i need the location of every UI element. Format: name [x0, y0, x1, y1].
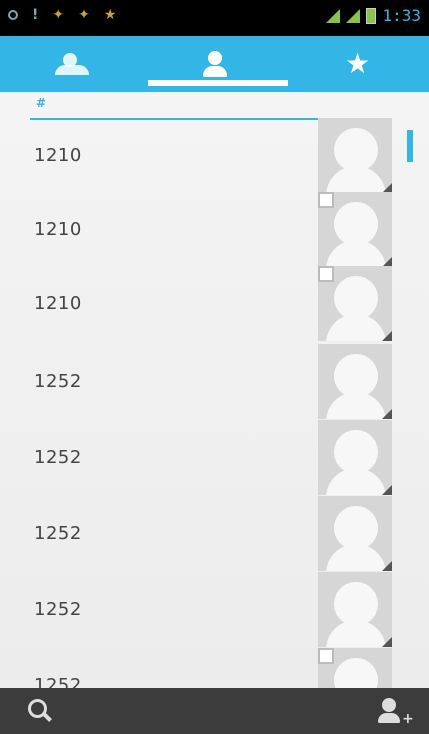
- contact-photo[interactable]: [318, 192, 392, 267]
- alert-icon: !: [32, 7, 39, 23]
- plus-icon: +: [402, 711, 414, 727]
- contact-name: 1252: [34, 371, 82, 392]
- fast-scroll-thumb[interactable]: [407, 130, 413, 162]
- status-bar: ! ✦ ✦ ★ 1:33: [0, 0, 429, 36]
- quick-contact-corner-icon: [382, 485, 392, 495]
- contact-photo[interactable]: [318, 266, 392, 341]
- default-avatar-body: [326, 240, 386, 267]
- default-avatar-body: [326, 468, 386, 495]
- contact-name: 1252: [34, 447, 82, 468]
- bottom-action-bar: +: [0, 688, 429, 734]
- list-item[interactable]: 1252: [0, 420, 392, 495]
- contact-name: 1252: [34, 675, 82, 688]
- list-item[interactable]: 1210: [0, 266, 392, 341]
- default-avatar-head: [334, 658, 378, 688]
- quick-contact-corner-icon: [382, 561, 392, 571]
- section-header: #: [30, 94, 390, 120]
- wifi-icon: [326, 8, 341, 23]
- contact-photo[interactable]: [318, 344, 392, 419]
- notification-star-icon: ✦: [52, 7, 65, 23]
- contact-name: 1210: [34, 293, 82, 314]
- star-icon: ★: [344, 47, 371, 80]
- person-icon: [202, 51, 227, 77]
- quick-contact-corner-icon: [382, 331, 392, 341]
- contact-list[interactable]: # 1210 1210 1210 1252 1252 1252 1252 125…: [0, 92, 429, 688]
- notification-icons: ! ✦ ✦ ★: [8, 8, 116, 22]
- default-avatar-body: [326, 314, 386, 341]
- groups-icon: [54, 53, 89, 75]
- section-letter: #: [36, 96, 47, 110]
- contact-photo[interactable]: [318, 118, 392, 193]
- contact-photo[interactable]: [318, 420, 392, 495]
- clock: 1:33: [382, 6, 421, 25]
- quick-contact-corner-icon: [382, 409, 392, 419]
- contact-name: 1210: [34, 145, 82, 166]
- list-item[interactable]: 1210: [0, 118, 392, 193]
- search-icon[interactable]: [28, 699, 50, 721]
- list-item[interactable]: 1252: [0, 344, 392, 419]
- list-item[interactable]: 1252: [0, 496, 392, 571]
- selected-tab-indicator: [148, 80, 288, 86]
- default-avatar-body: [326, 166, 386, 193]
- list-item[interactable]: 1252: [0, 572, 392, 647]
- contact-photo[interactable]: [318, 496, 392, 571]
- sim-badge-icon: [318, 648, 334, 664]
- battery-icon: [366, 7, 377, 24]
- signal-icon: [346, 8, 361, 23]
- quick-contact-corner-icon: [382, 637, 392, 647]
- tab-groups[interactable]: [0, 36, 143, 92]
- contact-photo[interactable]: [318, 572, 392, 647]
- notification-star-icon: ✦: [78, 7, 90, 23]
- system-icons: 1:33: [326, 6, 421, 25]
- default-avatar-body: [326, 392, 386, 419]
- contact-name: 1210: [34, 219, 82, 240]
- default-avatar-body: [326, 544, 386, 571]
- contact-name: 1252: [34, 523, 82, 544]
- list-item[interactable]: 1252: [0, 648, 392, 688]
- sim-badge-icon: [318, 192, 334, 208]
- notification-star-icon: ★: [103, 7, 117, 23]
- contact-name: 1252: [34, 599, 82, 620]
- list-item[interactable]: 1210: [0, 192, 392, 267]
- contact-photo[interactable]: [318, 648, 392, 688]
- default-avatar-body: [326, 620, 386, 647]
- sim-badge-icon: [318, 266, 334, 282]
- sync-icon: [8, 10, 18, 20]
- tab-favorites[interactable]: ★: [286, 36, 429, 92]
